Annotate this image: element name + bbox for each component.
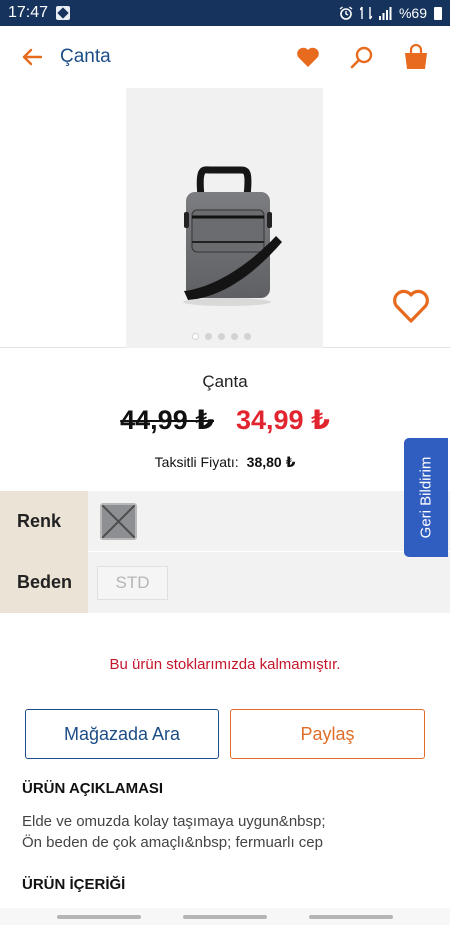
pagination-dot[interactable] [244, 333, 251, 340]
page-title: Çanta [60, 46, 111, 67]
description-line: Ön beden de çok amaçlı&nbsp; fermuarlı c… [22, 834, 323, 851]
app-bar: Çanta [0, 26, 450, 88]
find-in-store-button[interactable]: Mağazada Ara [25, 709, 219, 759]
back-arrow-icon [22, 48, 42, 66]
status-icons: %69 [339, 5, 442, 21]
price-row: 44,99 ₺ 34,99 ₺ [0, 405, 450, 436]
installment-price: 38,80 ₺ [246, 454, 296, 470]
size-option-std[interactable]: STD [97, 565, 168, 600]
system-nav-bar [0, 908, 450, 925]
battery-icon [434, 6, 442, 20]
search-icon [350, 46, 373, 69]
app-notification-icon [56, 6, 71, 20]
status-time: 17:47 [8, 4, 49, 21]
cart-button[interactable] [398, 39, 434, 75]
favorites-button[interactable] [290, 39, 326, 75]
back-button[interactable] [10, 35, 54, 79]
network-icon [359, 6, 372, 20]
nav-home-button[interactable] [183, 915, 267, 919]
description-line: Elde ve omuzda kolay taşımaya uygun&nbsp… [22, 813, 326, 830]
pagination-dot-active[interactable] [192, 333, 199, 340]
search-button[interactable] [344, 39, 380, 75]
pagination-dot[interactable] [205, 333, 212, 340]
product-image[interactable] [126, 88, 323, 348]
share-button[interactable]: Paylaş [230, 709, 425, 759]
product-name: Çanta [202, 372, 248, 391]
pagination-dot[interactable] [231, 333, 238, 340]
description-title: ÜRÜN AÇIKLAMASI [22, 780, 164, 797]
add-to-favorites-button[interactable] [392, 288, 432, 326]
unavailable-cross-icon [102, 504, 135, 538]
description-body: Elde ve omuzda kolay taşımaya uygun&nbsp… [22, 811, 422, 853]
alarm-icon [339, 6, 353, 20]
size-label: Beden [0, 552, 88, 613]
status-bar: 17:47 %69 [0, 0, 450, 26]
contents-title: ÜRÜN İÇERİĞİ [22, 876, 126, 893]
installment-price-row: Taksitli Fiyatı: 38,80 ₺ [0, 454, 450, 471]
old-price: 44,99 ₺ [120, 405, 214, 435]
heart-icon [297, 47, 319, 67]
shopping-bag-icon [405, 44, 427, 69]
heart-outline-icon [393, 289, 429, 323]
feedback-label: Geri Bildirim [417, 456, 435, 539]
color-swatch[interactable] [100, 502, 137, 540]
app-bar-actions [290, 39, 434, 75]
nav-back-button[interactable] [309, 915, 393, 919]
signal-icon [378, 6, 392, 20]
size-row: Beden STD [0, 552, 450, 613]
sale-price: 34,99 ₺ [236, 405, 330, 435]
installment-label: Taksitli Fiyatı: [154, 454, 239, 470]
nav-recent-button[interactable] [57, 915, 141, 919]
gallery-pagination [192, 333, 251, 340]
color-row: Renk [0, 490, 450, 552]
bag-illustration [183, 166, 282, 306]
out-of-stock-message: Bu ürün stoklarımızda kalmamıştır. [109, 656, 341, 673]
pagination-dot[interactable] [218, 333, 225, 340]
color-label: Renk [0, 490, 88, 552]
variant-selector: Renk Beden STD [0, 490, 450, 613]
battery-percent: %69 [398, 5, 427, 21]
feedback-tab[interactable]: Geri Bildirim [404, 438, 448, 557]
product-gallery[interactable] [0, 88, 450, 348]
